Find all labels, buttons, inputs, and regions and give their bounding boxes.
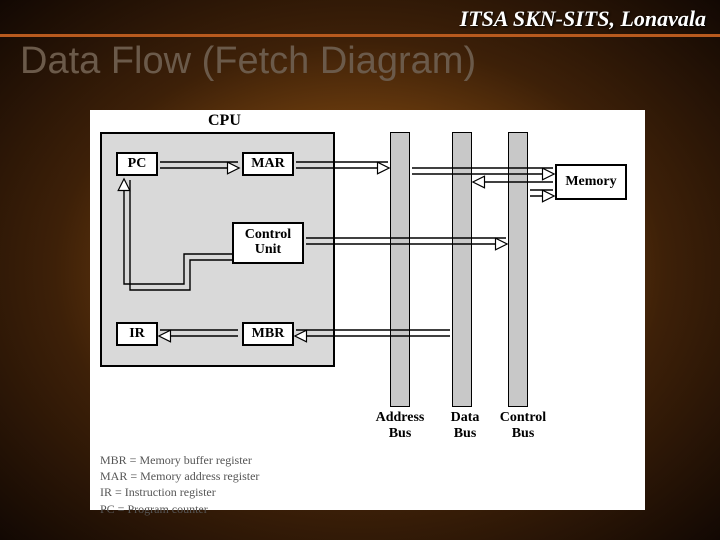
bus-label-line: Address [376,410,425,425]
control-bus [508,132,528,407]
mbr-register: MBR [242,322,294,346]
legend-line: MAR = Memory address register [100,468,259,484]
bus-label-line: Control [500,410,546,425]
bus-label-line: Bus [454,426,477,441]
memory-block: Memory [555,164,627,200]
bus-label-line: Bus [512,426,535,441]
cpu-box: PC MAR Control Unit IR MBR [100,132,335,367]
legend-line: PC = Program counter [100,501,259,517]
bus-label-line: Bus [389,426,412,441]
pc-register: PC [116,152,158,176]
legend-line: MBR = Memory buffer register [100,452,259,468]
address-bus-label: Address Bus [365,410,435,442]
header-rule [0,34,720,37]
org-header: ITSA SKN-SITS, Lonavala [460,6,706,32]
mar-register: MAR [242,152,294,176]
control-bus-label: Control Bus [488,410,558,442]
slide-title: Data Flow (Fetch Diagram) [20,40,476,83]
bus-label-line: Data [451,410,480,425]
control-unit-l2: Unit [255,243,281,258]
control-unit: Control Unit [232,222,304,264]
ir-register: IR [116,322,158,346]
legend-line: IR = Instruction register [100,484,259,500]
cpu-label: CPU [208,112,241,130]
legend: MBR = Memory buffer register MAR = Memor… [100,452,259,517]
address-bus [390,132,410,407]
data-bus [452,132,472,407]
diagram-panel: CPU PC MAR Control Unit IR MBR Address B… [90,110,645,510]
control-unit-l1: Control [245,228,291,243]
